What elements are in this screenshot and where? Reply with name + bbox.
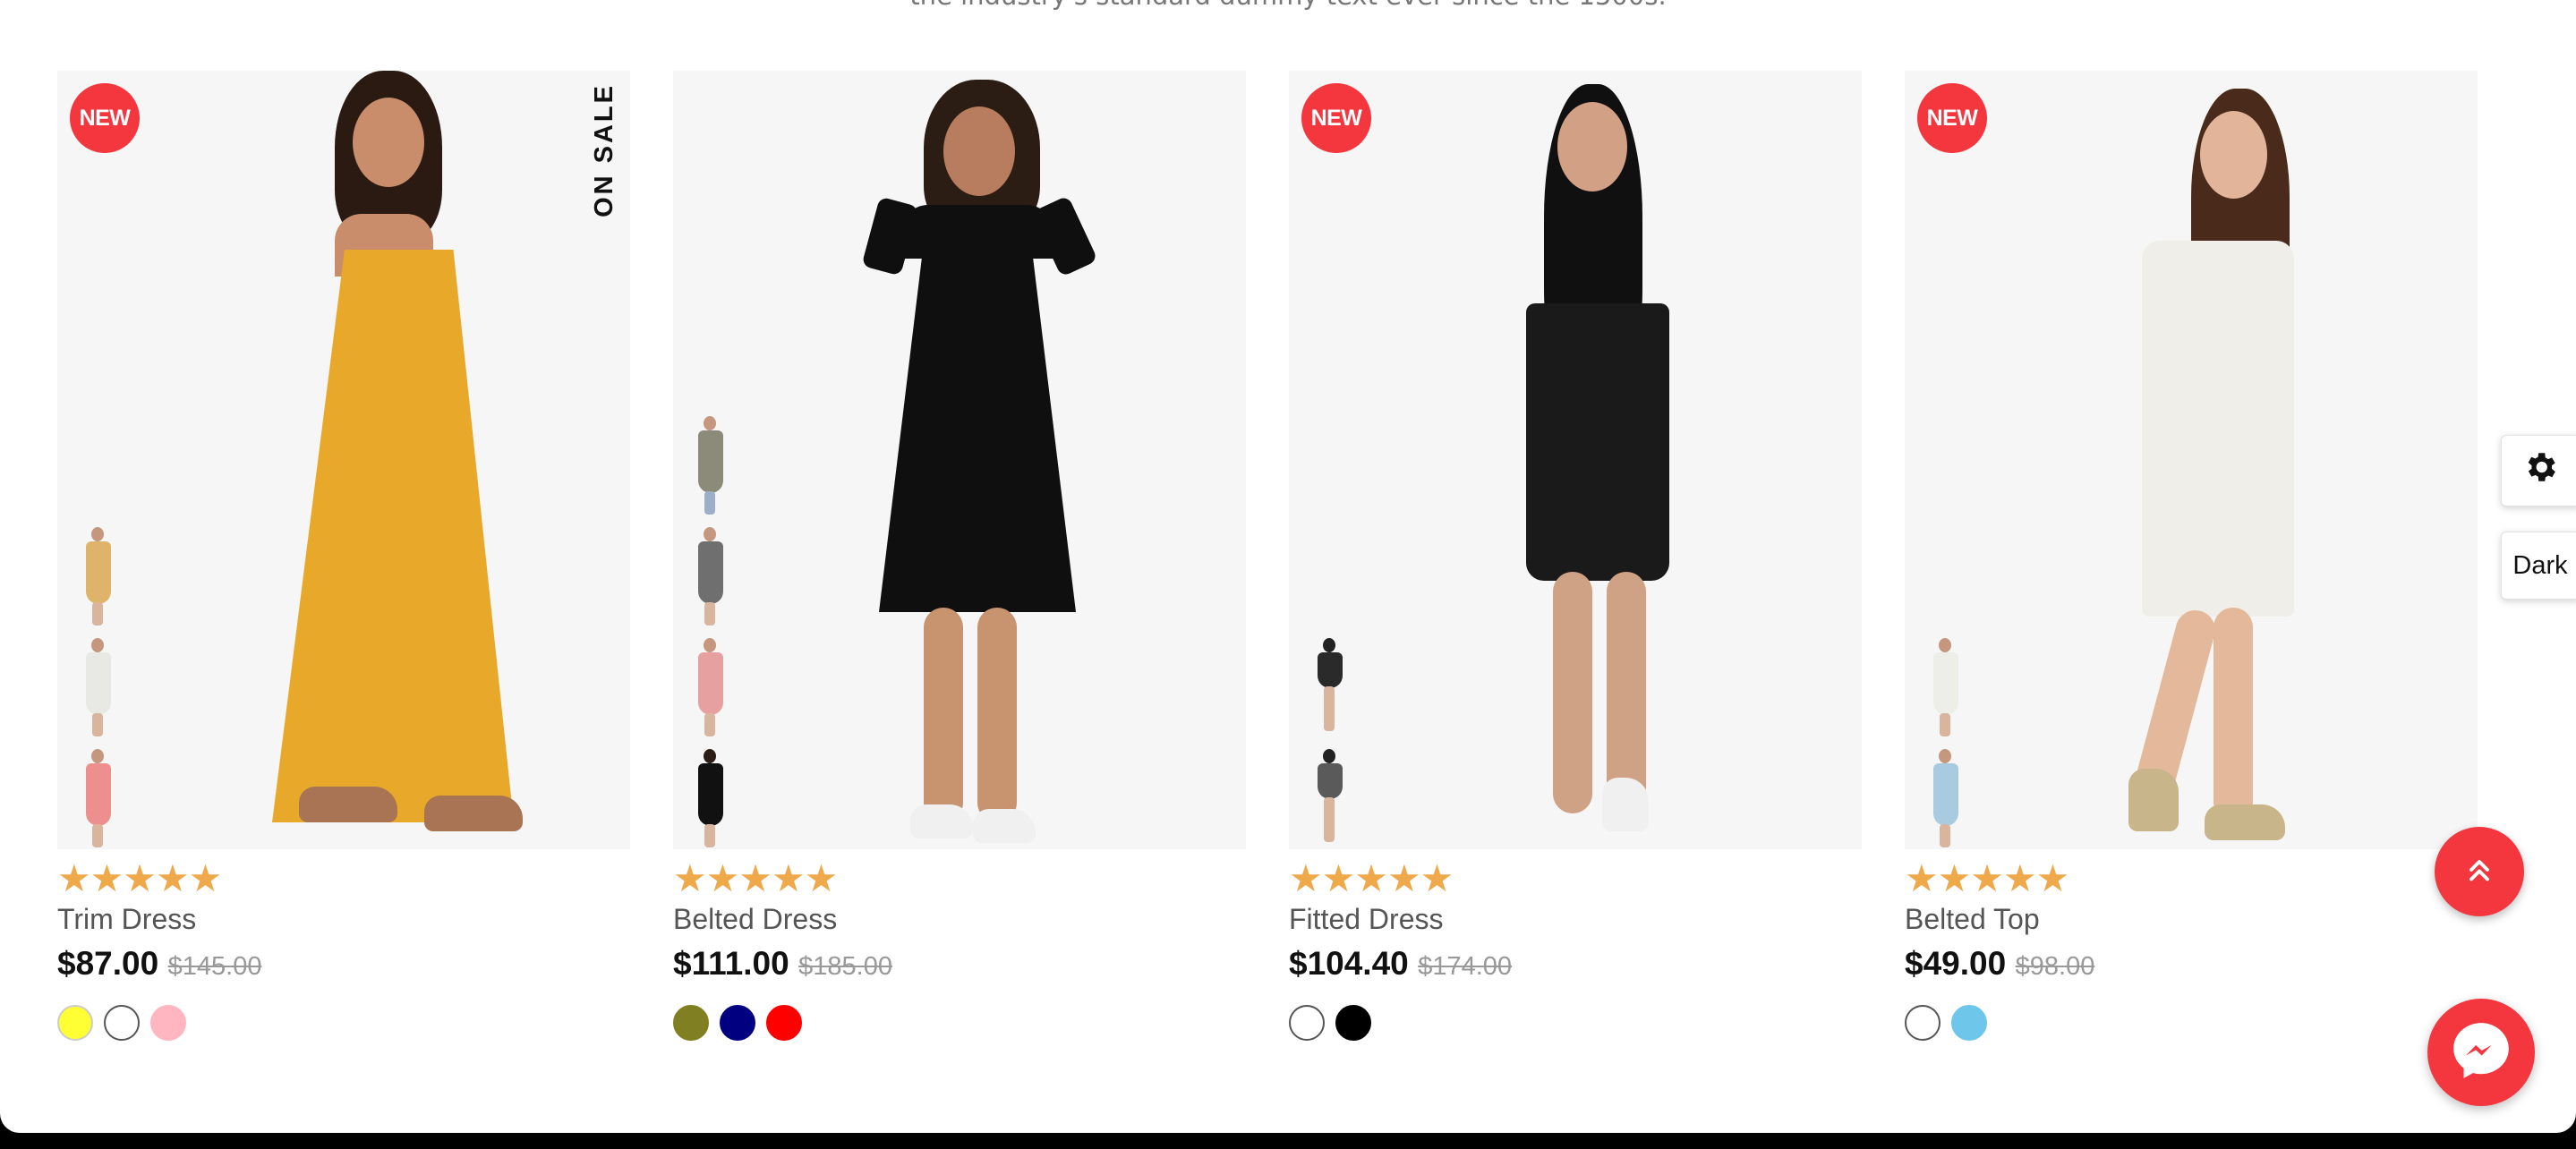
rating-stars: ★★★★★ bbox=[1289, 857, 1454, 899]
rating-stars: ★★★★★ bbox=[1905, 857, 2069, 899]
current-price: $104.40 bbox=[1289, 945, 1409, 982]
product-image[interactable]: NEW bbox=[1289, 71, 1862, 849]
price-row: $104.40 $174.00 bbox=[1289, 944, 1862, 991]
dark-mode-toggle[interactable]: Dark bbox=[2501, 532, 2576, 600]
price-row: $49.00 $98.00 bbox=[1905, 944, 2478, 991]
color-swatch-white[interactable] bbox=[104, 1005, 140, 1041]
thumbnail-strip[interactable] bbox=[73, 516, 127, 849]
color-swatches bbox=[1905, 1005, 2478, 1041]
original-price: $185.00 bbox=[798, 952, 892, 981]
color-swatch-white[interactable] bbox=[1289, 1005, 1325, 1041]
thumbnail[interactable] bbox=[73, 744, 124, 849]
thumbnail-strip[interactable] bbox=[1921, 627, 1975, 849]
rating-stars: ★★★★★ bbox=[673, 857, 838, 899]
thumbnail-strip[interactable] bbox=[1305, 627, 1359, 849]
messenger-chat-button[interactable] bbox=[2427, 999, 2535, 1106]
new-badge: NEW bbox=[70, 83, 140, 153]
color-swatch-white[interactable] bbox=[1905, 1005, 1941, 1041]
price-row: $87.00 $145.00 bbox=[57, 944, 630, 991]
thumbnail[interactable] bbox=[1305, 633, 1355, 738]
current-price: $111.00 bbox=[673, 945, 789, 982]
product-name[interactable]: Trim Dress bbox=[57, 901, 630, 937]
current-price: $87.00 bbox=[57, 945, 159, 982]
section-intro-text: the industry's standard dummy text ever … bbox=[0, 0, 2576, 11]
thumbnail[interactable] bbox=[686, 411, 736, 516]
thumbnail[interactable] bbox=[1921, 633, 1971, 738]
model-figure bbox=[200, 71, 576, 849]
product-card-belted-top[interactable]: NEW ★★★★★ Belted Top $49.00 $98.00 bbox=[1905, 71, 2478, 1041]
current-price: $49.00 bbox=[1905, 945, 2007, 982]
price-row: $111.00 $185.00 bbox=[673, 944, 1246, 991]
on-sale-label: ON SALE bbox=[590, 83, 618, 217]
settings-button[interactable] bbox=[2501, 435, 2576, 506]
color-swatch-light-blue[interactable] bbox=[1951, 1005, 1987, 1041]
double-chevron-up-icon bbox=[2463, 854, 2495, 890]
thumbnail[interactable] bbox=[1305, 744, 1355, 849]
page: the industry's standard dummy text ever … bbox=[0, 0, 2576, 1133]
product-name[interactable]: Belted Dress bbox=[673, 901, 1246, 937]
model-figure bbox=[1459, 71, 1727, 849]
color-swatches bbox=[673, 1005, 1246, 1041]
product-card-belted-dress[interactable]: ★★★★★ Belted Dress $111.00 $185.00 bbox=[673, 71, 1246, 1041]
color-swatch-pink[interactable] bbox=[150, 1005, 186, 1041]
scroll-to-top-button[interactable] bbox=[2435, 827, 2524, 916]
color-swatch-red[interactable] bbox=[766, 1005, 802, 1041]
thumbnail[interactable] bbox=[686, 633, 736, 738]
color-swatch-olive[interactable] bbox=[673, 1005, 709, 1041]
new-badge: NEW bbox=[1917, 83, 1987, 153]
thumbnail[interactable] bbox=[686, 522, 736, 627]
original-price: $98.00 bbox=[2015, 952, 2095, 981]
model-figure bbox=[816, 71, 1121, 849]
color-swatch-navy[interactable] bbox=[720, 1005, 755, 1041]
color-swatches bbox=[1289, 1005, 1862, 1041]
thumbnail[interactable] bbox=[1921, 744, 1971, 849]
product-card-trim-dress[interactable]: NEW ON SALE ★★★★★ Trim Dress $87.00 $145… bbox=[57, 71, 630, 1041]
thumbnail-strip[interactable] bbox=[686, 405, 739, 849]
thumbnail[interactable] bbox=[686, 744, 736, 849]
color-swatches bbox=[57, 1005, 630, 1041]
original-price: $174.00 bbox=[1418, 952, 1513, 981]
product-name[interactable]: Fitted Dress bbox=[1289, 901, 1862, 937]
original-price: $145.00 bbox=[167, 952, 262, 981]
model-figure bbox=[2057, 71, 2343, 849]
new-badge: NEW bbox=[1301, 83, 1371, 153]
product-image[interactable]: NEW ON SALE bbox=[57, 71, 630, 849]
product-image[interactable]: NEW bbox=[1905, 71, 2478, 849]
gear-icon bbox=[2521, 448, 2559, 493]
product-image[interactable] bbox=[673, 71, 1246, 849]
thumbnail[interactable] bbox=[73, 633, 124, 738]
messenger-icon bbox=[2448, 1017, 2514, 1088]
color-swatch-yellow[interactable] bbox=[57, 1005, 93, 1041]
product-card-fitted-dress[interactable]: NEW ★★★★★ Fitted Dress $104.40 $174.00 bbox=[1289, 71, 1862, 1041]
thumbnail[interactable] bbox=[73, 522, 124, 627]
color-swatch-black[interactable] bbox=[1335, 1005, 1371, 1041]
rating-stars: ★★★★★ bbox=[57, 857, 222, 899]
product-name[interactable]: Belted Top bbox=[1905, 901, 2478, 937]
